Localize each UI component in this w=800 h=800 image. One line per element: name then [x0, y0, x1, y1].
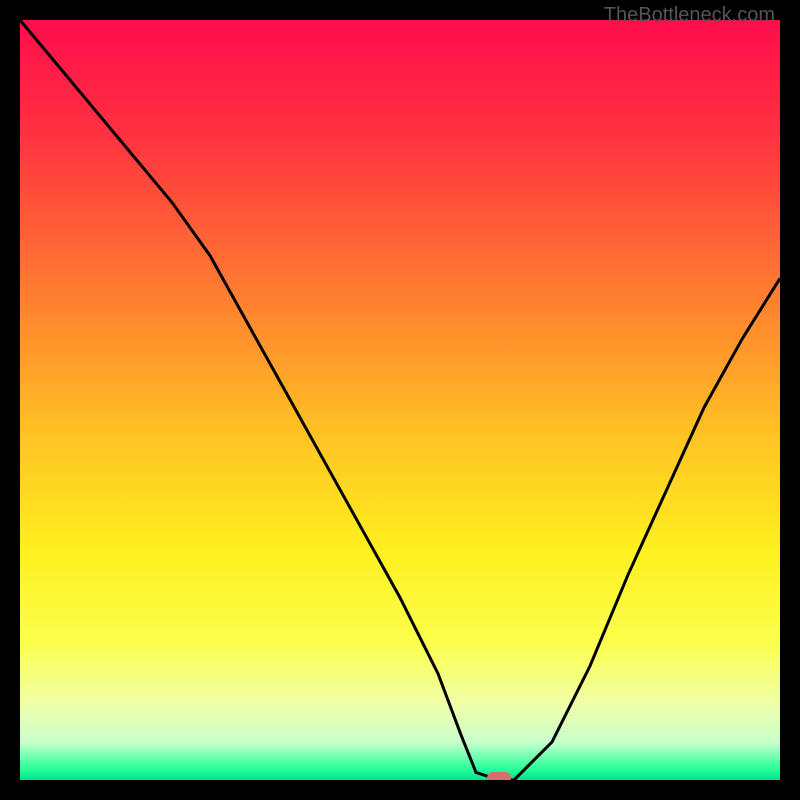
bottleneck-curve — [20, 20, 780, 780]
watermark-text: TheBottleneck.com — [604, 4, 775, 27]
plot-area — [20, 20, 780, 780]
optimal-marker — [487, 772, 511, 780]
chart-container: TheBottleneck.com — [0, 0, 800, 800]
